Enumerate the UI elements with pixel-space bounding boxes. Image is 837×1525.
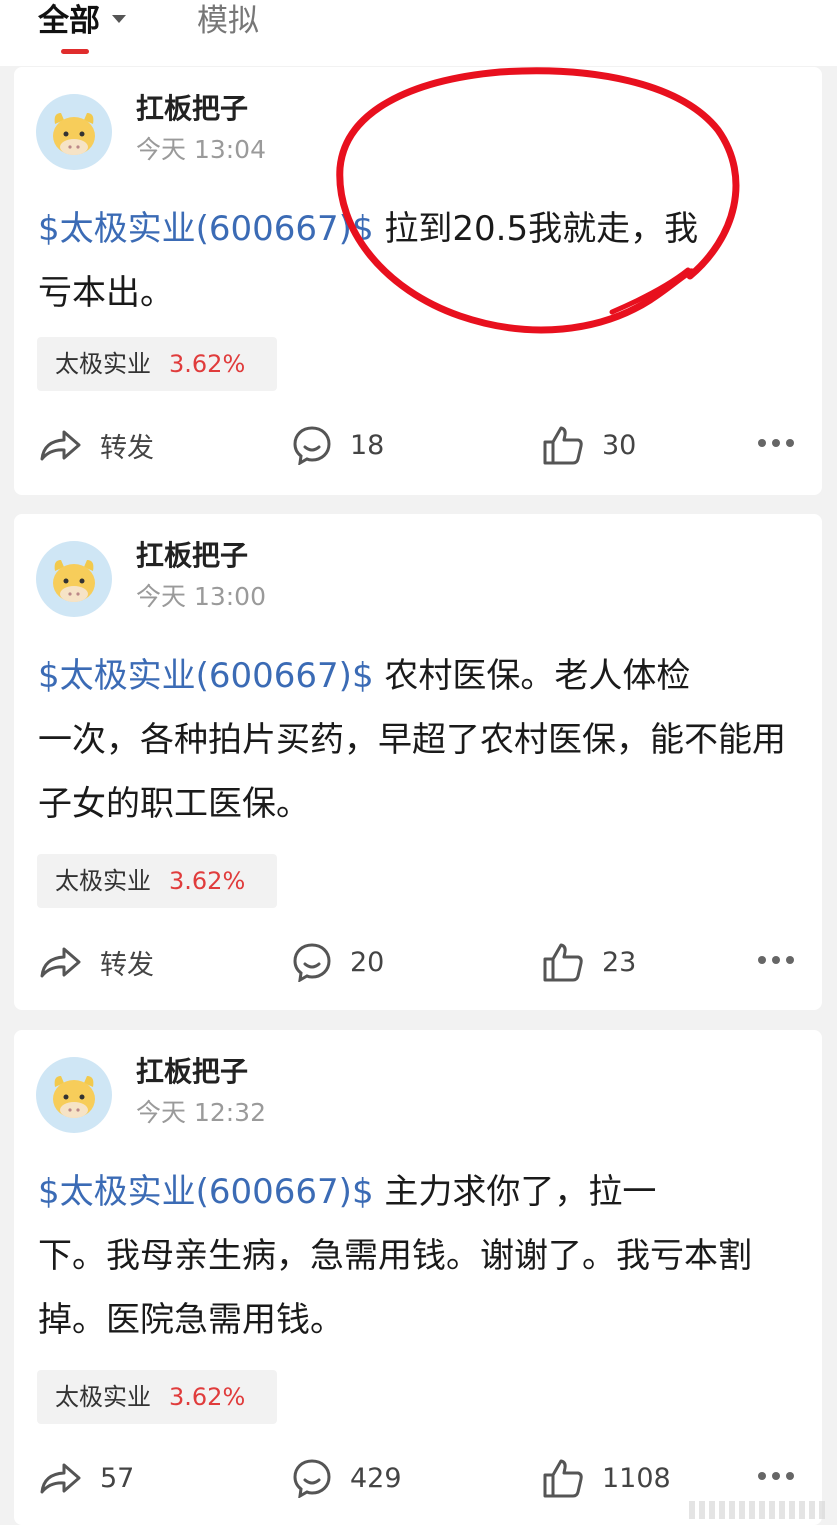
- like-count: 1108: [602, 1462, 671, 1494]
- post-text: 拉到20.5我就走，我: [373, 209, 699, 249]
- comment-button[interactable]: 20: [292, 940, 384, 984]
- caret-down-icon[interactable]: [112, 14, 126, 23]
- like-button[interactable]: 30: [542, 423, 636, 467]
- post-text-rest: 亏本出。: [38, 273, 174, 313]
- stock-tag-name: 太极实业: [55, 350, 151, 378]
- author-name[interactable]: 扛板把子: [136, 91, 248, 127]
- comment-count: 18: [350, 429, 385, 461]
- post-card[interactable]: 扛板把子 今天 13:04 $太极实业(600667)$ 拉到20.5我就走，我…: [14, 67, 822, 495]
- repost-button[interactable]: 57: [38, 1456, 134, 1500]
- action-bar: 转发 18 30: [14, 423, 822, 467]
- post-time: 今天 12:32: [136, 1098, 266, 1127]
- post-text-rest: 一次，各种拍片买药，早超了农村医保，能不能用子女的职工医保。: [38, 720, 786, 824]
- share-arrow-icon: [40, 1463, 81, 1494]
- repost-label: 转发: [100, 949, 154, 981]
- stock-tag-change: 3.62%: [169, 867, 246, 895]
- author-name[interactable]: 扛板把子: [136, 1054, 248, 1090]
- avatar[interactable]: [36, 1057, 112, 1133]
- stock-tag-name: 太极实业: [55, 867, 151, 895]
- active-tab-indicator: [61, 49, 89, 54]
- like-button[interactable]: 23: [542, 940, 636, 984]
- stock-tag[interactable]: 太极实业 3.62%: [37, 337, 277, 391]
- post-content: $太极实业(600667)$ 主力求你了，拉一下。我母亲生病，急需用钱。谢谢了。…: [38, 1160, 808, 1352]
- post-text: 主力求你了，拉一: [373, 1172, 657, 1212]
- tab-sim[interactable]: 模拟: [197, 2, 259, 40]
- tab-all-label: 全部: [38, 3, 100, 39]
- stock-tag-change: 3.62%: [169, 1383, 246, 1411]
- post-text: 农村医保。老人体检: [373, 656, 691, 696]
- stock-tag[interactable]: 太极实业 3.62%: [37, 1370, 277, 1424]
- author-name[interactable]: 扛板把子: [136, 538, 248, 574]
- avatar[interactable]: [36, 94, 112, 170]
- thumbs-up-icon: [543, 426, 583, 465]
- repost-button[interactable]: 转发: [38, 423, 154, 467]
- comment-bubble-icon: [293, 426, 331, 465]
- like-count: 30: [602, 429, 637, 461]
- stock-tag-name: 太极实业: [55, 1383, 151, 1411]
- post-content: $太极实业(600667)$ 农村医保。老人体检一次，各种拍片买药，早超了农村医…: [38, 644, 808, 836]
- comment-bubble-icon: [293, 943, 331, 982]
- like-button[interactable]: 1108: [542, 1456, 671, 1500]
- more-options-icon[interactable]: [758, 439, 796, 449]
- avatar[interactable]: [36, 541, 112, 617]
- thumbs-up-icon: [543, 1459, 583, 1498]
- thumbs-up-icon: [543, 943, 583, 982]
- stock-link[interactable]: $太极实业(600667)$: [38, 209, 374, 249]
- comment-button[interactable]: 18: [292, 423, 384, 467]
- more-options-icon[interactable]: [758, 956, 796, 966]
- action-bar: 转发 20 23: [14, 940, 822, 984]
- post-time: 今天 13:04: [136, 135, 266, 164]
- share-arrow-icon: [40, 947, 81, 978]
- watermark: [689, 1501, 829, 1519]
- top-tab-bar: 全部 模拟: [0, 0, 837, 66]
- share-arrow-icon: [40, 430, 81, 461]
- action-bar: 57 429 1108: [14, 1456, 822, 1500]
- stock-tag[interactable]: 太极实业 3.62%: [37, 854, 277, 908]
- stock-link[interactable]: $太极实业(600667)$: [38, 656, 374, 696]
- repost-button[interactable]: 转发: [38, 940, 154, 984]
- comment-button[interactable]: 429: [292, 1456, 402, 1500]
- more-options-icon[interactable]: [758, 1472, 796, 1482]
- comment-bubble-icon: [293, 1459, 331, 1498]
- tab-all[interactable]: 全部: [38, 2, 126, 40]
- like-count: 23: [602, 946, 637, 978]
- post-content: $太极实业(600667)$ 拉到20.5我就走，我亏本出。: [38, 197, 808, 325]
- repost-label: 转发: [100, 432, 154, 464]
- post-card[interactable]: 扛板把子 今天 12:32 $太极实业(600667)$ 主力求你了，拉一下。我…: [14, 1030, 822, 1525]
- stock-tag-change: 3.62%: [169, 350, 246, 378]
- comment-count: 429: [350, 1462, 402, 1494]
- post-text-rest: 下。我母亲生病，急需用钱。谢谢了。我亏本割掉。医院急需用钱。: [38, 1236, 752, 1340]
- post-card[interactable]: 扛板把子 今天 13:00 $太极实业(600667)$ 农村医保。老人体检一次…: [14, 514, 822, 1010]
- post-time: 今天 13:00: [136, 582, 266, 611]
- repost-count: 57: [100, 1462, 135, 1494]
- comment-count: 20: [350, 946, 385, 978]
- stock-link[interactable]: $太极实业(600667)$: [38, 1172, 374, 1212]
